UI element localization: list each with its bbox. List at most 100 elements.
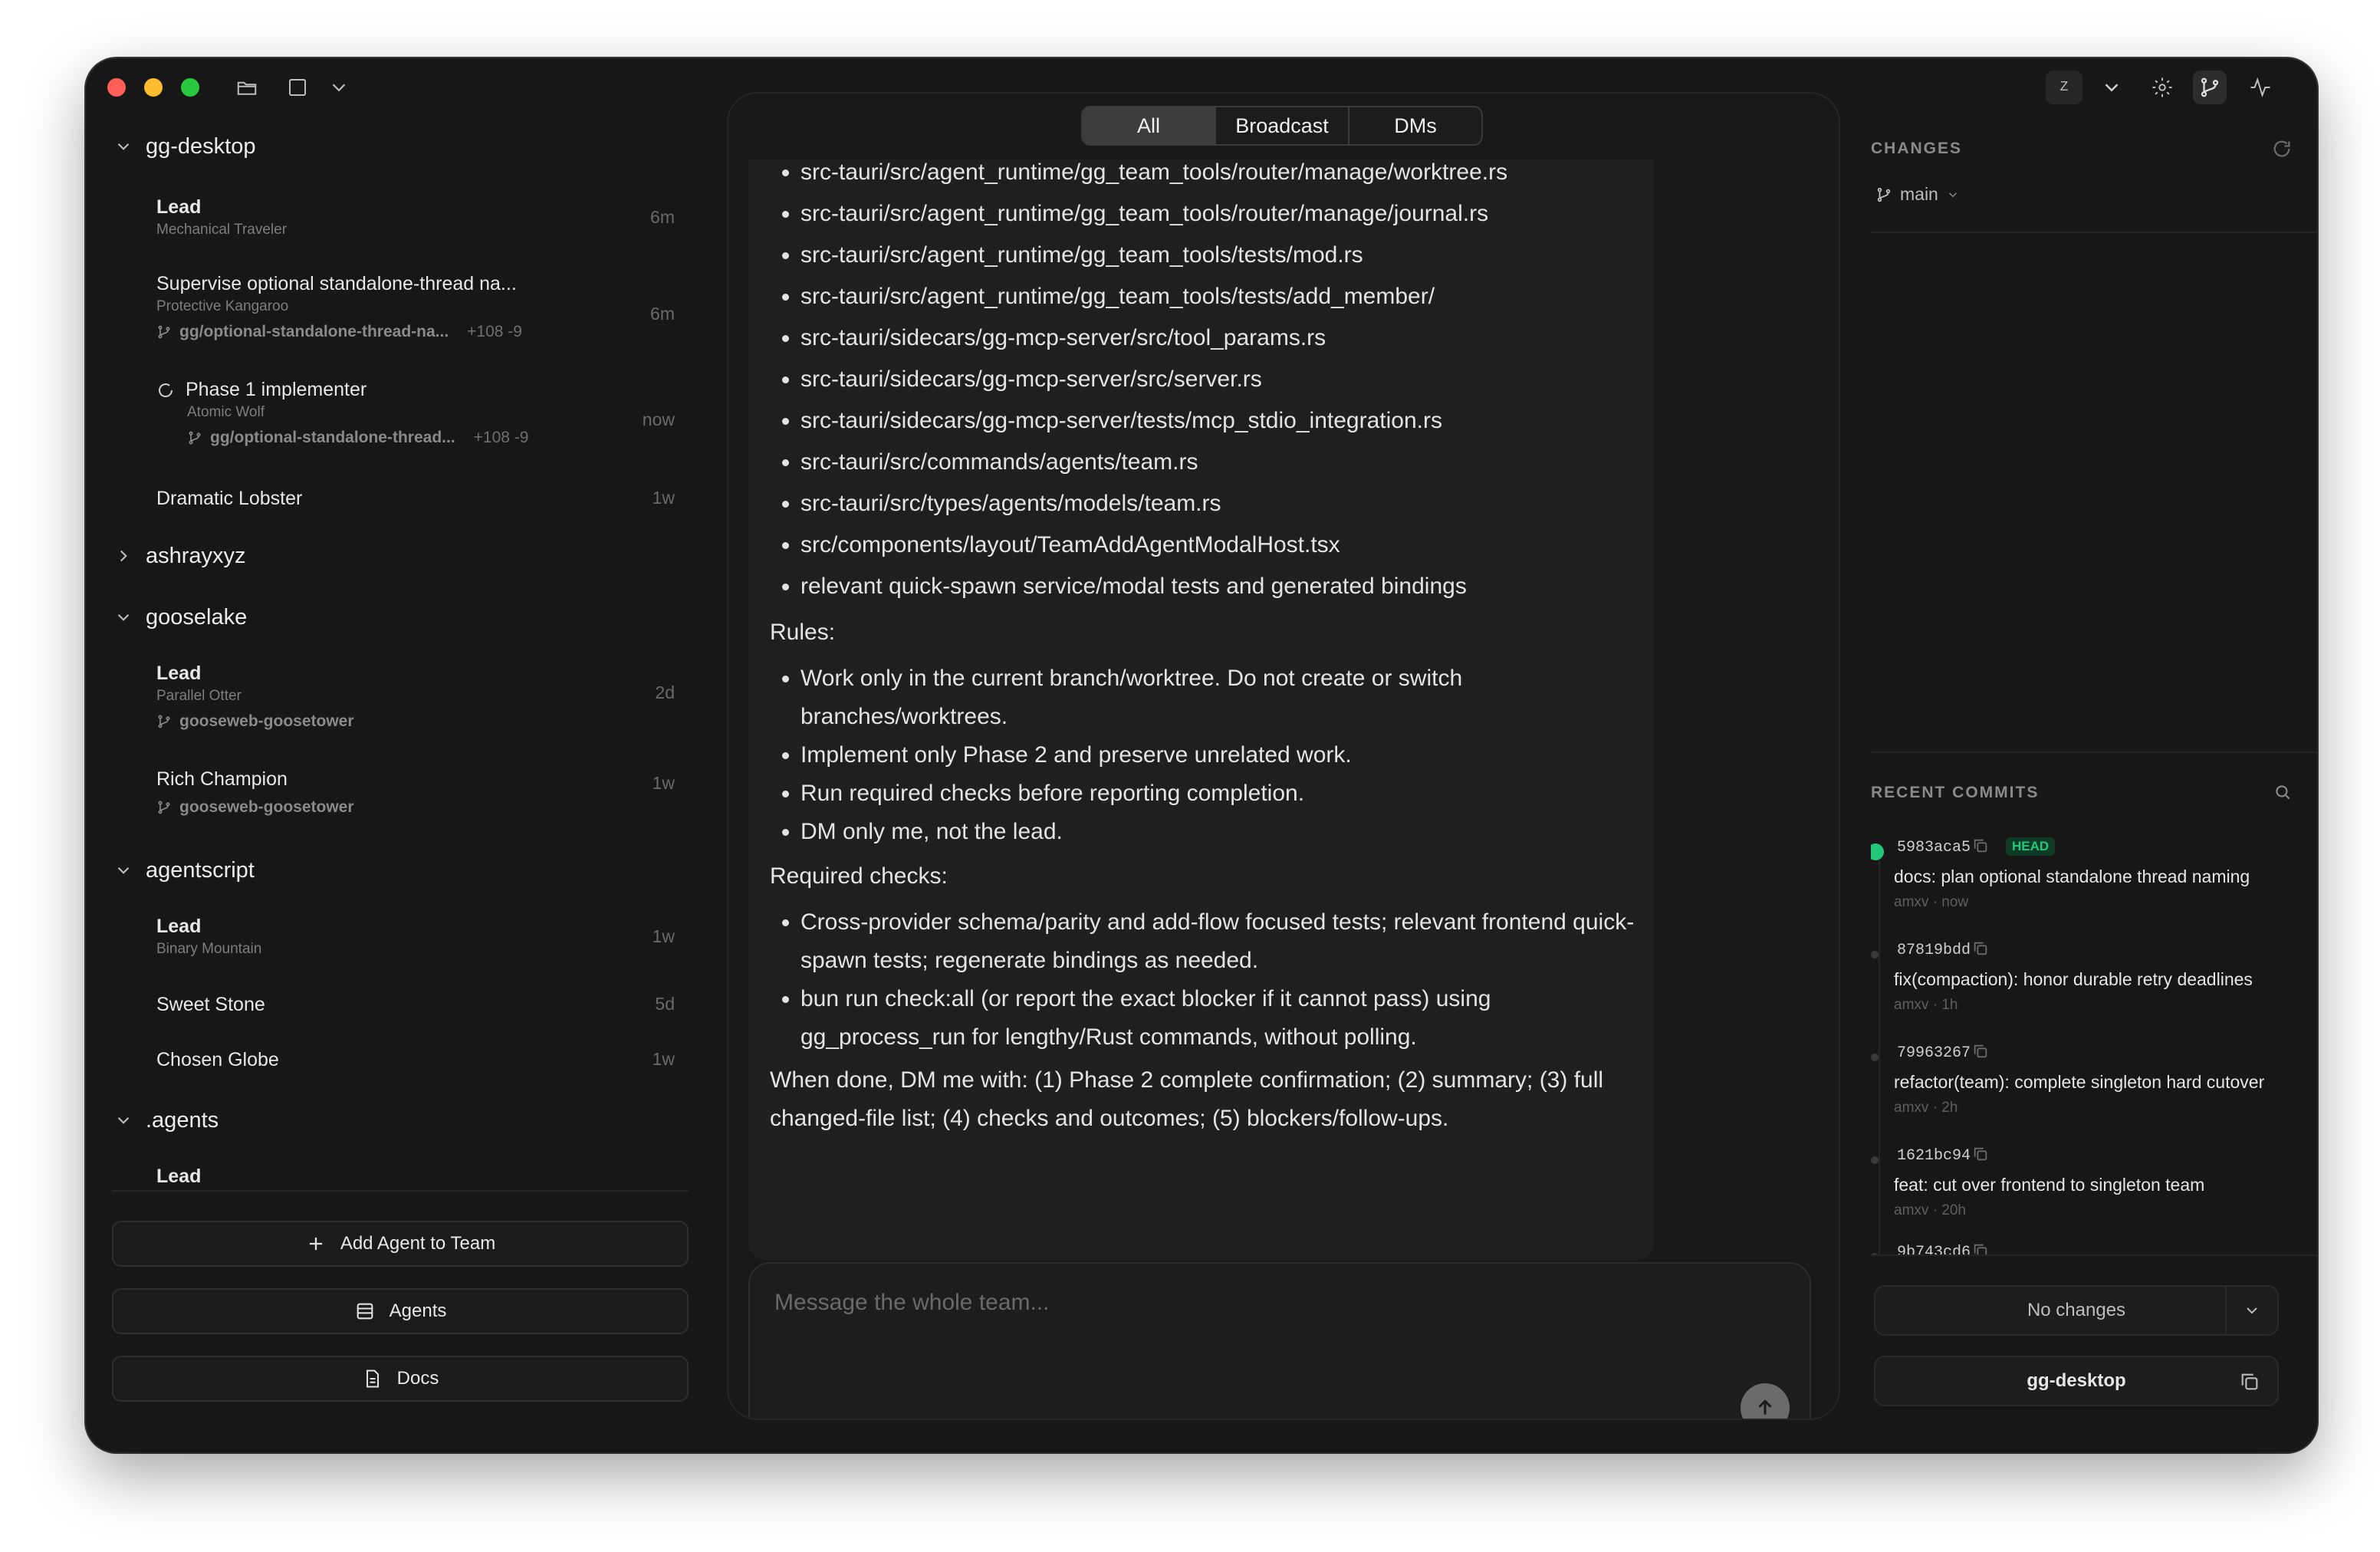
maximize-window-button[interactable] [181,78,199,97]
commit-meta: amxv · 2h [1894,1100,1958,1116]
item-time: 1w [652,1049,675,1069]
chevron-down-icon[interactable] [322,71,356,104]
group-header-ashrayxyz[interactable]: ashrayxyz [113,537,246,575]
divider [1871,1254,2317,1256]
item-title: Lead [156,1166,202,1187]
list-item: src-tauri/src/agent_runtime/gg_team_tool… [800,276,1636,317]
item-branch: gg/optional-standalone-thread... +108 -9 [187,429,675,447]
git-branch-icon [158,325,170,339]
item-subtitle: Atomic Wolf [187,404,265,420]
agents-label: Agents [389,1300,447,1321]
sidebar-item[interactable]: Supervise optional standalone-thread na.… [156,273,675,341]
changes-panel: CHANGES main RECENT COMMITS 5983aca5 HEA… [1851,58,2317,1452]
copy-icon[interactable] [2239,1371,2260,1393]
item-title: Dramatic Lobster [156,488,303,509]
item-title-row: Phase 1 implementer [156,379,675,401]
docs-button[interactable]: Docs [112,1356,689,1402]
item-time: 1w [652,773,675,793]
app-window: Z gg-desktop Lead Mechanical Traveler 6m… [86,58,2317,1452]
message-filter-tabs: All Broadcast DMs [1081,106,1483,146]
git-branch-icon [1877,187,1891,202]
tab-dms[interactable]: DMs [1349,107,1481,144]
search-icon[interactable] [2273,782,2293,802]
commit-dot [1871,1054,1879,1061]
changes-title: CHANGES [1871,140,1963,157]
commit-hash: 1621bc94 [1897,1147,1971,1165]
folder-icon[interactable] [230,71,264,104]
list-item: relevant quick-spawn service/modal tests… [800,566,1636,607]
diff-stat: +108 -9 [473,429,529,446]
message-body: src-tauri/src/agent_runtime/gg_team_tool… [770,159,1636,1144]
branch-name: main [1900,184,1938,204]
document-icon [366,1370,379,1388]
message-input[interactable] [773,1285,1696,1320]
repo-label: gg-desktop [2027,1370,2126,1391]
sidebar-item[interactable]: Lead [156,1166,675,1188]
commit-dot [1871,951,1879,958]
list-item: Work only in the current branch/worktree… [800,659,1636,736]
commit-options-dropdown[interactable] [2225,1287,2277,1334]
message-composer [748,1262,1811,1419]
sidebar-item[interactable]: Dramatic Lobster 1w [156,488,675,510]
sidebar-item[interactable]: Lead Binary Mountain 1w [156,916,675,958]
checks-list: Cross-provider schema/parity and add-flo… [770,903,1636,1057]
item-subtitle: Mechanical Traveler [156,222,288,238]
conversation-panel: All Broadcast DMs src-tauri/src/agent_ru… [727,92,1840,1420]
group-header-gg-desktop[interactable]: gg-desktop [113,127,256,166]
commit-meta: amxv · 1h [1894,997,1958,1013]
item-time: 2d [655,682,675,702]
docs-label: Docs [396,1368,439,1389]
repo-button[interactable]: gg-desktop [1874,1356,2279,1406]
item-title: Lead [156,196,202,218]
copy-icon[interactable] [1972,837,1989,854]
copy-icon[interactable] [1972,1043,1989,1060]
copy-icon[interactable] [1972,1242,1989,1254]
chevron-down-icon [117,143,130,150]
item-title: Supervise optional standalone-thread na.… [156,273,517,294]
group-header-agents[interactable]: .agents [113,1101,219,1139]
list-item: src/components/layout/TeamAddAgentModalH… [800,524,1636,566]
item-branch: gooseweb-goosetower [156,798,675,817]
copy-icon[interactable] [1972,940,1989,957]
message-bubble: src-tauri/src/agent_runtime/gg_team_tool… [748,159,1655,1261]
commit-timeline [1879,848,1880,1254]
list-icon [357,1303,373,1320]
sidebar-item[interactable]: Chosen Globe 1w [156,1049,675,1071]
sidebar-item[interactable]: Phase 1 implementer Atomic Wolf gg/optio… [156,379,675,447]
group-name: gooselake [146,604,248,630]
branch-selector[interactable]: main [1875,184,1960,205]
chevron-right-icon [120,550,127,562]
commit-dot [1871,1156,1879,1164]
checks-heading: Required checks: [770,863,948,889]
chevron-down-icon [117,1116,130,1124]
group-name: .agents [146,1107,219,1133]
item-time: 6m [650,304,675,324]
list-item: src-tauri/sidecars/gg-mcp-server/tests/m… [800,400,1636,442]
item-branch: gg/optional-standalone-thread-na... +108… [156,323,675,341]
close-window-button[interactable] [107,78,126,97]
refresh-icon[interactable] [2271,138,2293,159]
sidebar-item[interactable]: Sweet Stone 5d [156,994,675,1016]
commit-message: feat: cut over frontend to singleton tea… [1894,1175,2205,1195]
list-item: src-tauri/src/types/agents/models/team.r… [800,483,1636,524]
tab-all[interactable]: All [1083,107,1216,144]
sidebar-toggle-icon[interactable] [281,71,314,104]
sidebar-item[interactable]: Rich Champion gooseweb-goosetower 1w [156,768,675,817]
agents-button[interactable]: Agents [112,1288,689,1334]
commit-hash: 5983aca5 [1897,839,1971,857]
no-changes-button[interactable]: No changes [1874,1285,2279,1336]
list-item: src-tauri/src/agent_runtime/gg_team_tool… [800,159,1636,193]
copy-icon[interactable] [1972,1146,1989,1162]
group-header-gooselake[interactable]: gooselake [113,598,247,636]
tab-broadcast[interactable]: Broadcast [1216,107,1349,144]
sidebar-item[interactable]: Lead Parallel Otter gooseweb-goosetower … [156,663,675,731]
send-button[interactable] [1741,1383,1790,1419]
group-header-agentscript[interactable]: agentscript [113,851,255,889]
git-branch-icon [189,431,201,445]
sidebar-item[interactable]: Lead Mechanical Traveler 6m [156,196,675,238]
minimize-window-button[interactable] [144,78,163,97]
closing-paragraph: When done, DM me with: (1) Phase 2 compl… [770,1067,1604,1131]
item-time: now [642,409,675,429]
add-agent-button[interactable]: Add Agent to Team [112,1221,689,1267]
item-title: Lead [156,916,202,937]
